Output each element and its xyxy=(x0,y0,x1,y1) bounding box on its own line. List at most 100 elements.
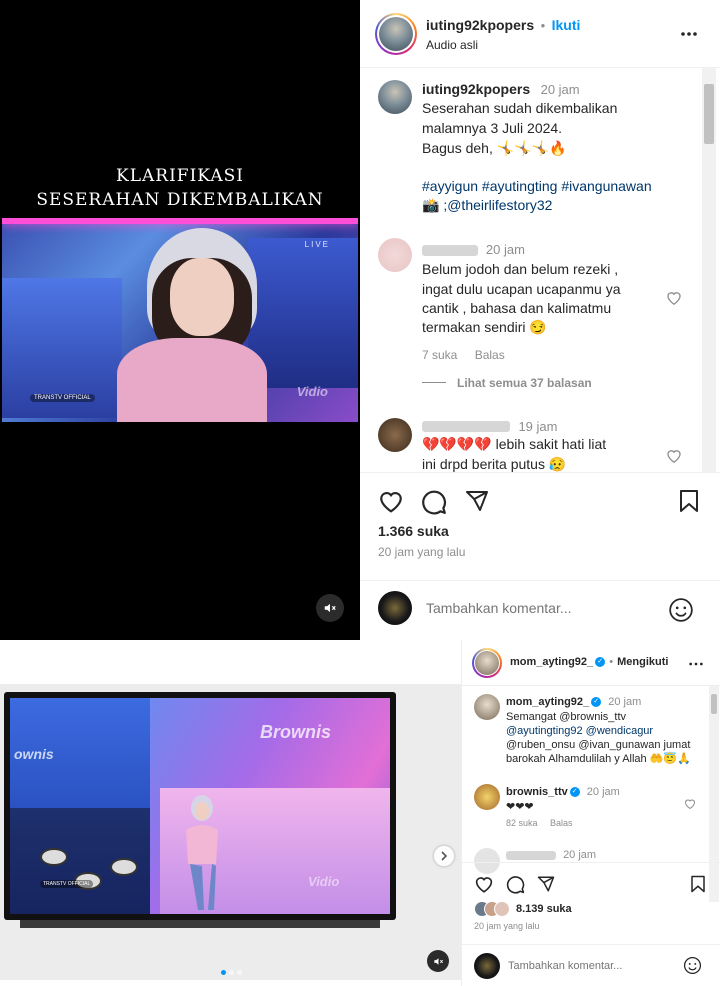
more-options-icon[interactable] xyxy=(688,659,704,669)
post-actions: 8.139 suka 20 jam yang lalu xyxy=(462,862,720,944)
top-video[interactable]: KLARIFIKASI SESERAHAN DIKEMBALIKAN LIVE … xyxy=(0,0,360,640)
mute-button[interactable] xyxy=(427,950,449,972)
verified-badge-icon: ✓ xyxy=(595,657,606,668)
verified-badge-icon: ✓ xyxy=(569,787,580,798)
comment-bubble-icon[interactable] xyxy=(506,875,525,894)
comment-line: ini drpd berita putus 😥 xyxy=(422,456,567,472)
commenter-username-blurred[interactable] xyxy=(422,421,510,433)
likes-count[interactable]: 8.139 suka xyxy=(516,903,572,915)
comment-time: 20 jam xyxy=(485,242,525,257)
caption-avatar[interactable] xyxy=(378,80,412,114)
caption-time: 20 jam xyxy=(608,696,642,708)
comment-line: cantik , bahasa dan kalimatmu xyxy=(422,300,612,316)
carousel-dot xyxy=(229,970,234,975)
overlay-title-line1: KLARIFIKASI xyxy=(116,166,244,186)
commenter-avatar[interactable] xyxy=(378,418,412,452)
own-avatar xyxy=(474,953,500,979)
liked-by-avatars[interactable] xyxy=(474,901,518,917)
following-button[interactable]: Mengikuti xyxy=(617,656,668,668)
comment-time: 20 jam xyxy=(563,849,597,861)
comment-line: termakan sendiri 😏 xyxy=(422,319,547,335)
scrollbar-thumb[interactable] xyxy=(704,84,714,144)
save-bookmark-icon[interactable] xyxy=(678,489,700,513)
scrollbar-thumb[interactable] xyxy=(711,694,717,714)
caption-line: malamnya 3 Juli 2024. xyxy=(422,120,563,136)
own-avatar xyxy=(378,591,412,625)
caption-line: Seserahan sudah dikembalikan xyxy=(422,100,618,116)
view-replies-button[interactable]: Lihat semua 37 balasan xyxy=(457,376,592,390)
caption-avatar[interactable] xyxy=(474,694,500,720)
post-username[interactable]: iuting92kpopers xyxy=(426,17,534,33)
audio-label[interactable]: Audio asli xyxy=(426,38,478,52)
more-options-icon[interactable] xyxy=(680,27,698,41)
emoji-smiley-icon[interactable] xyxy=(683,956,702,975)
brownis-tv-logo-side: ownis xyxy=(14,746,54,762)
post-username[interactable]: mom_ayting92_ xyxy=(510,656,593,668)
caption-username[interactable]: mom_ayting92_ xyxy=(506,696,589,708)
overlay-title-line2: SESERAHAN DIKEMBALIKAN xyxy=(36,190,324,210)
like-comment-heart-icon[interactable] xyxy=(666,290,682,305)
emoji-smiley-icon[interactable] xyxy=(668,597,694,623)
tv-stand xyxy=(20,920,380,928)
comment-time: 19 jam xyxy=(518,419,558,434)
separator-dot: • xyxy=(609,656,614,668)
caption-time: 20 jam xyxy=(540,82,580,97)
comments-section: iuting92kpopers 20 jam Seserahan sudah d… xyxy=(360,68,720,472)
commenter-username-blurred[interactable] xyxy=(422,244,478,256)
add-comment-input[interactable] xyxy=(508,957,668,975)
brownis-tv-logo: Brownis xyxy=(260,722,332,742)
posted-time[interactable]: 20 jam yang lalu xyxy=(378,545,465,559)
comment-line: Belum jodoh dan belum rezeki , xyxy=(422,261,619,277)
posted-time[interactable]: 20 jam yang lalu xyxy=(474,921,540,931)
vidio-watermark: Vidio xyxy=(296,384,328,399)
add-comment-bar xyxy=(360,580,720,640)
caption-username[interactable]: iuting92kpopers xyxy=(422,81,530,97)
chevron-right-icon xyxy=(441,851,448,861)
save-bookmark-icon[interactable] xyxy=(690,875,706,893)
like-heart-icon[interactable] xyxy=(474,875,494,893)
reply-button[interactable]: Balas xyxy=(475,348,505,362)
replies-divider xyxy=(422,382,446,383)
caption-line: Bagus deh, 🤸🤸🤸🔥 xyxy=(422,140,567,156)
comments-scrollbar[interactable] xyxy=(702,68,716,472)
likes-count[interactable]: 1.366 suka xyxy=(378,523,449,539)
like-heart-icon[interactable] xyxy=(378,489,404,513)
caption-line: @ruben_onsu @ivan_gunawan jumat xyxy=(506,739,691,751)
muted-speaker-icon xyxy=(324,603,336,613)
like-comment-heart-icon[interactable] xyxy=(684,798,696,809)
share-paper-plane-icon[interactable] xyxy=(537,875,555,893)
avatar[interactable] xyxy=(472,648,502,678)
top-post-sidebar: iuting92kpopers • Ikuti Audio asli iutin… xyxy=(360,0,720,640)
share-paper-plane-icon[interactable] xyxy=(465,489,489,513)
commenter-avatar[interactable] xyxy=(474,784,500,810)
commenter-username[interactable]: brownis_ttv xyxy=(506,786,568,798)
caption-hashtags[interactable]: #ayyigun #ayutingting #ivangunawan xyxy=(422,177,652,197)
video-frame: LIVE Vidio TRANSTV OFFICIAL xyxy=(2,218,358,422)
comment-line: 💔💔💔💔 lebih sakit hati liat xyxy=(422,436,607,452)
bottom-post-sidebar: mom_ayting92_ ✓ • Mengikuti mom_ayting92_… xyxy=(461,640,720,986)
add-comment-input[interactable] xyxy=(426,597,646,619)
carousel-photo[interactable]: Brownis ownis TRANSTV OFFICIAL Vidio xyxy=(0,684,461,980)
caption-line: barokah Alhamdulilah y Allah 🤲😇🙏 xyxy=(506,753,691,765)
post-header: iuting92kpopers • Ikuti Audio asli xyxy=(360,0,720,68)
commenter-username-blurred[interactable] xyxy=(506,850,556,860)
tv-drum xyxy=(110,858,138,876)
live-tag: LIVE xyxy=(304,240,330,249)
carousel-dot-active xyxy=(221,970,226,975)
commenter-avatar[interactable] xyxy=(378,238,412,272)
person-body xyxy=(117,338,267,422)
caption-credit[interactable]: 📸 ;@theirlifestory32 xyxy=(422,196,552,216)
avatar[interactable] xyxy=(375,13,417,55)
verified-badge-icon: ✓ xyxy=(591,697,602,708)
vidio-watermark: Vidio xyxy=(308,874,340,889)
like-comment-heart-icon[interactable] xyxy=(666,448,682,463)
carousel-next-button[interactable] xyxy=(434,846,454,866)
separator-dot: • xyxy=(540,18,546,33)
follow-button[interactable]: Ikuti xyxy=(552,17,581,33)
television: Brownis ownis TRANSTV OFFICIAL Vidio xyxy=(4,692,396,920)
comment-likes[interactable]: 82 suka xyxy=(506,818,538,828)
reply-button[interactable]: Balas xyxy=(550,818,573,828)
comment-likes[interactable]: 7 suka xyxy=(422,348,457,362)
comment-bubble-icon[interactable] xyxy=(421,489,447,515)
mute-button[interactable] xyxy=(316,594,344,622)
